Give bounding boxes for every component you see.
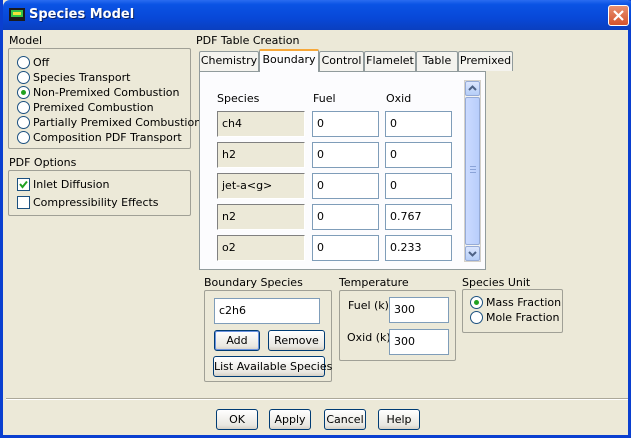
app-icon [9, 8, 25, 21]
species-name-cell: o2 [217, 235, 305, 261]
boundary-species-label: Boundary Species [204, 276, 303, 289]
fuel-value-input[interactable]: 0 [312, 111, 379, 137]
fuel-value-input[interactable]: 0 [312, 173, 379, 199]
tab-control[interactable]: Control [319, 51, 364, 71]
temperature-label: Temperature [339, 276, 409, 289]
model-group-label: Model [9, 34, 43, 47]
radio-button[interactable] [470, 296, 483, 309]
inlet-diffusion-label: Inlet Diffusion [33, 178, 110, 191]
oxid-temperature-input[interactable]: 300 [389, 329, 449, 355]
fuel-value-input[interactable]: 0 [312, 235, 379, 261]
oxid-value-input[interactable]: 0.233 [385, 235, 452, 261]
model-option-label: Species Transport [33, 71, 131, 84]
scroll-grip [470, 166, 476, 167]
radio-button[interactable] [17, 101, 30, 114]
scroll-grip [470, 172, 476, 173]
boundary-species-input[interactable]: c2h6 [214, 298, 320, 324]
species-table-scrollbar[interactable] [464, 80, 481, 262]
inlet-diffusion-checkbox[interactable]: Inlet Diffusion [17, 177, 177, 192]
pdf-options-label: PDF Options [9, 156, 77, 169]
tab-chemistry[interactable]: Chemistry [199, 51, 259, 71]
oxid-temp-label: Oxid (k) [347, 331, 391, 344]
radio-button[interactable] [17, 131, 30, 144]
checkmark-icon [19, 180, 28, 189]
model-option-label: Premixed Combustion [33, 101, 154, 114]
model-option-non-premixed-combustion[interactable]: Non-Premixed Combustion [17, 85, 187, 100]
help-button[interactable]: Help [378, 409, 420, 430]
tab-premixed[interactable]: Premixed [458, 51, 513, 71]
radio-button[interactable] [470, 311, 483, 324]
radio-button[interactable] [17, 71, 30, 84]
column-header-oxid: Oxid [386, 92, 412, 105]
footer-separator [6, 398, 628, 400]
scroll-up-button[interactable] [465, 81, 480, 96]
apply-button[interactable]: Apply [269, 409, 311, 430]
column-header-fuel: Fuel [313, 92, 336, 105]
model-option-partially-premixed-combustion[interactable]: Partially Premixed Combustion [17, 115, 201, 130]
model-option-premixed-combustion[interactable]: Premixed Combustion [17, 100, 187, 115]
compressibility-label: Compressibility Effects [33, 196, 159, 209]
radio-button[interactable] [17, 116, 30, 129]
oxid-value-input[interactable]: 0.767 [385, 204, 452, 230]
radio-button[interactable] [17, 56, 30, 69]
cancel-button[interactable]: Cancel [324, 409, 366, 430]
compressibility-checkbox[interactable]: Compressibility Effects [17, 195, 182, 210]
radio-mass-fraction[interactable]: Mass Fraction [470, 295, 562, 310]
species-name-cell: n2 [217, 204, 305, 230]
scroll-thumb[interactable] [465, 97, 480, 245]
oxid-value-input[interactable]: 0 [385, 111, 452, 137]
scroll-grip [470, 169, 476, 170]
chevron-up-icon [468, 85, 477, 91]
species-name-cell: ch4 [217, 111, 305, 137]
checkbox-box[interactable] [17, 178, 30, 191]
mole-fraction-label: Mole Fraction [486, 311, 560, 324]
radio-button[interactable] [17, 86, 30, 99]
model-option-label: Partially Premixed Combustion [33, 116, 202, 129]
model-option-label: Composition PDF Transport [33, 131, 182, 144]
add-button[interactable]: Add [214, 330, 260, 351]
title-bar[interactable]: Species Model [3, 0, 631, 30]
species-name-cell: h2 [217, 142, 305, 168]
close-button[interactable] [608, 5, 629, 26]
list-available-species-button[interactable]: List Available Species [213, 356, 332, 377]
window-title: Species Model [29, 7, 135, 22]
mass-fraction-label: Mass Fraction [486, 296, 562, 309]
column-header-species: Species [217, 92, 260, 105]
tab-flamelet[interactable]: Flamelet [364, 51, 416, 71]
species-unit-label: Species Unit [462, 276, 531, 289]
pdf-table-label: PDF Table Creation [196, 34, 300, 47]
tab-table[interactable]: Table [416, 51, 458, 71]
model-option-label: Non-Premixed Combustion [33, 86, 180, 99]
fuel-temperature-input[interactable]: 300 [389, 297, 449, 323]
oxid-value-input[interactable]: 0 [385, 142, 452, 168]
species-model-dialog: Species Model Model Off Species Transport… [0, 0, 631, 438]
model-option-label: Off [33, 56, 50, 69]
ok-button[interactable]: OK [216, 409, 258, 430]
fuel-value-input[interactable]: 0 [312, 204, 379, 230]
chevron-down-icon [468, 251, 477, 257]
model-option-off[interactable]: Off [17, 55, 187, 70]
species-name-cell: jet-a<g> [217, 173, 305, 199]
close-icon [613, 10, 624, 21]
tab-boundary[interactable]: Boundary [259, 49, 319, 72]
radio-mole-fraction[interactable]: Mole Fraction [470, 310, 560, 325]
fuel-value-input[interactable]: 0 [312, 142, 379, 168]
scroll-down-button[interactable] [465, 246, 480, 261]
model-option-species-transport[interactable]: Species Transport [17, 70, 187, 85]
fuel-temp-label: Fuel (k) [348, 299, 389, 312]
remove-button[interactable]: Remove [268, 330, 325, 351]
checkbox-box[interactable] [17, 196, 30, 209]
oxid-value-input[interactable]: 0 [385, 173, 452, 199]
model-option-composition-pdf-transport[interactable]: Composition PDF Transport [17, 130, 187, 145]
